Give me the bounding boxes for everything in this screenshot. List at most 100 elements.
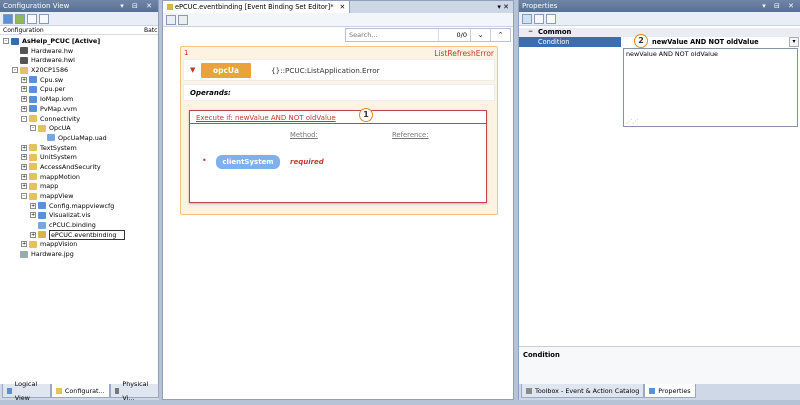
tree-item-label: Connectivity — [40, 114, 81, 123]
expand-icon[interactable]: + — [30, 202, 36, 209]
tab-logical-view[interactable]: Logical View — [2, 380, 51, 402]
tree-node-icon — [38, 221, 46, 229]
resize-grip-icon[interactable]: ⋰⋰ — [626, 118, 638, 125]
property-pages-icon[interactable] — [546, 13, 556, 24]
operands-row: Operands: — [183, 84, 495, 101]
collapse-icon[interactable]: - — [30, 125, 36, 132]
tree-item[interactable]: + ePCUC.eventbinding — [0, 229, 158, 241]
collapse-icon[interactable]: - — [3, 38, 9, 44]
tree-item[interactable]: Hardware.hw — [0, 47, 158, 57]
condition-editor-text[interactable]: newValue AND NOT oldValue — [626, 50, 718, 58]
condition-block[interactable]: Execute if: newValue AND NOT oldValue Me… — [189, 110, 487, 203]
configuration-view-title: Configuration View ▾ ⊟ ✕ — [0, 0, 158, 12]
search-input[interactable] — [346, 29, 438, 41]
tree-item-label: Config.mappviewcfg — [49, 201, 115, 210]
tree-item[interactable]: + Cpu.per — [0, 85, 158, 95]
source-path[interactable]: {}::PCUC:ListApplication.Error — [271, 66, 380, 75]
tree-node-icon — [38, 231, 46, 239]
new-event-icon[interactable] — [166, 14, 176, 25]
expand-icon[interactable]: + — [30, 212, 36, 219]
editor-tab[interactable]: ePCUC.eventbinding [Event Binding Set Ed… — [163, 1, 351, 13]
column-header-batch[interactable]: Batc — [144, 27, 157, 34]
tree-item[interactable]: Hardware.hwl — [0, 56, 158, 66]
event-source-row: ▼ opcUa {}::PCUC:ListApplication.Error — [183, 59, 495, 81]
tree-node-icon — [29, 182, 37, 190]
tree-item[interactable]: + Cpu.sw — [0, 76, 158, 86]
tree-node-icon — [29, 173, 37, 181]
tree-node-icon — [20, 66, 28, 74]
collapse-event-icon[interactable]: ▼ — [190, 66, 195, 74]
tree-item[interactable]: + Visualizat.vis — [0, 211, 158, 221]
open-icon[interactable] — [15, 13, 25, 24]
collapse-category-icon[interactable]: − — [528, 28, 533, 35]
category-row[interactable]: − Common — [519, 28, 800, 37]
expand-icon[interactable]: + — [21, 86, 27, 93]
tree-item[interactable]: + TextSystem — [0, 144, 158, 154]
dropdown-arrow-icon[interactable]: ▾ — [789, 37, 799, 47]
expand-icon[interactable]: + — [21, 105, 27, 112]
tree-item[interactable]: - OpcUA — [0, 124, 158, 134]
properties-window-controls[interactable]: ▾ ⊟ ✕ — [762, 0, 797, 12]
refresh-icon[interactable] — [39, 13, 49, 24]
configuration-view-icon — [55, 387, 62, 394]
tree-item[interactable]: + mapp — [0, 182, 158, 192]
expand-icon[interactable]: + — [21, 183, 27, 190]
panel-window-controls[interactable]: ▾ ⊟ ✕ — [120, 0, 155, 12]
tree-item[interactable]: - AsHelp_PCUC [Active] — [0, 37, 158, 47]
expand-icon[interactable]: + — [21, 144, 27, 151]
property-row-condition[interactable]: Condition newValue AND NOT oldValue ▾ — [519, 37, 800, 47]
condition-editor-popup[interactable]: newValue AND NOT oldValue ⋰⋰ — [623, 48, 798, 127]
tree-item[interactable]: + mappMotion — [0, 173, 158, 183]
expand-icon[interactable]: + — [21, 173, 27, 180]
tree-item[interactable]: OpcUaMap.uad — [0, 134, 158, 144]
source-widget-chip[interactable]: opcUa — [201, 63, 251, 78]
tree-item[interactable]: + UnitSystem — [0, 153, 158, 163]
condition-link[interactable]: Execute if: newValue AND NOT oldValue — [196, 114, 336, 122]
editor-window-controls[interactable]: ▾ ✕ — [497, 1, 509, 13]
close-tab-icon[interactable]: ✕ — [340, 3, 346, 11]
add-object-icon[interactable] — [3, 13, 13, 24]
collapse-icon[interactable]: - — [21, 193, 27, 199]
expand-icon[interactable]: + — [21, 96, 27, 103]
tree-item[interactable]: - X20CP1586 — [0, 66, 158, 76]
tree-item[interactable]: + AccessAndSecurity — [0, 163, 158, 173]
tree-item-label: mappVision — [40, 240, 78, 249]
column-header-configuration[interactable]: Configuration — [3, 27, 44, 34]
categorized-icon[interactable] — [522, 13, 532, 24]
configuration-view-panel: Configuration View ▾ ⊟ ✕ Configuration B… — [0, 0, 159, 402]
properties-icon[interactable] — [27, 13, 37, 24]
tree-item-label: X20CP1586 — [31, 66, 69, 75]
tree-item[interactable]: + Config.mappviewcfg — [0, 202, 158, 212]
search-next-button[interactable]: ⌄ — [470, 29, 490, 41]
tree-item[interactable]: - mappView — [0, 192, 158, 202]
expand-icon[interactable]: + — [21, 154, 27, 161]
tree-item[interactable]: + PvMap.vvm — [0, 105, 158, 115]
tree-node-icon — [38, 202, 46, 210]
property-value[interactable]: newValue AND NOT oldValue — [652, 37, 759, 47]
tree-item[interactable]: - Connectivity — [0, 115, 158, 125]
alphabetical-icon[interactable] — [534, 13, 544, 24]
tree-item[interactable]: + mappVision — [0, 240, 158, 250]
operand-status: required — [290, 158, 324, 166]
tab-properties[interactable]: Properties — [644, 384, 696, 398]
tab-configuration-view[interactable]: Configurat... — [50, 384, 110, 398]
expand-icon[interactable]: + — [21, 241, 27, 248]
expand-icon[interactable]: + — [21, 76, 27, 83]
left-bottom-tabs: Logical View Configurat... Physical Vi..… — [0, 380, 159, 402]
editor-area: ePCUC.eventbinding [Event Binding Set Ed… — [162, 0, 514, 400]
operand-chip[interactable]: clientSystem — [216, 155, 280, 169]
expand-icon[interactable]: + — [30, 231, 36, 238]
collapse-icon[interactable]: - — [12, 67, 18, 74]
collapse-icon[interactable]: - — [21, 115, 27, 122]
tree-item-label: AsHelp_PCUC [Active] — [22, 37, 101, 45]
expand-icon[interactable]: + — [21, 163, 27, 170]
event-block[interactable]: 1 ListRefreshError ▼ opcUa {}::PCUC:List… — [180, 46, 498, 215]
tree-item-label: mappMotion — [40, 172, 80, 181]
search-prev-button[interactable]: ⌃ — [490, 29, 510, 41]
properties-title: Properties ▾ ⊟ ✕ — [519, 0, 800, 12]
tree-item[interactable]: Hardware.jpg — [0, 250, 158, 260]
refresh-editor-icon[interactable] — [178, 14, 188, 25]
tab-toolbox[interactable]: Toolbox - Event & Action Catalog — [521, 384, 645, 398]
tree-item[interactable]: + IoMap.iom — [0, 95, 158, 105]
tab-physical-view[interactable]: Physical Vi... — [109, 380, 159, 402]
